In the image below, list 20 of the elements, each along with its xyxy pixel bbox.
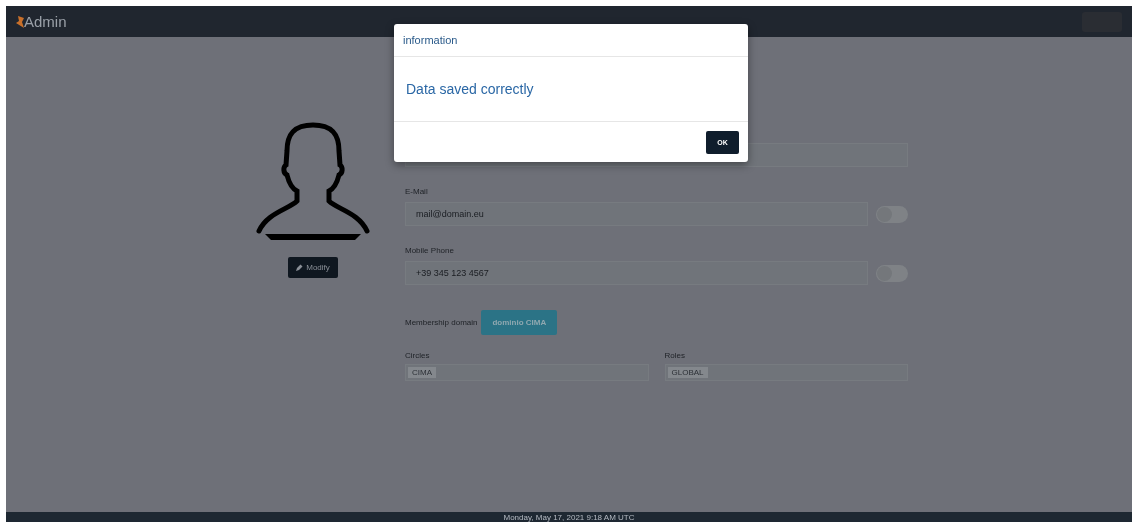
- tag-input[interactable]: GLOBAL: [664, 364, 908, 381]
- membership-label: Membership domain: [405, 318, 478, 327]
- tag: GLOBAL: [667, 367, 708, 378]
- field-label: E-Mail: [405, 187, 429, 196]
- footer-datetime: Monday, May 17, 2021 9:18 AM UTC: [6, 512, 1132, 522]
- field-label: Roles: [664, 351, 686, 360]
- field-label: Mobile Phone: [405, 246, 455, 255]
- input-field[interactable]: +39 345 123 4567: [405, 261, 868, 285]
- domain-chip: dominio CIMA: [481, 310, 558, 335]
- user-silhouette-icon: [255, 121, 371, 243]
- field-label: Circles: [405, 351, 431, 360]
- dialog-title: information: [394, 24, 748, 57]
- modify-button[interactable]: Modify: [288, 257, 338, 278]
- brand-name: Admin: [24, 13, 67, 30]
- dialog-message: Data saved correctly: [394, 57, 748, 122]
- logo-icon: [16, 15, 24, 28]
- tag: CIMA: [408, 367, 436, 378]
- tag-input[interactable]: CIMA: [405, 364, 649, 381]
- input-field[interactable]: mail@domain.eu: [405, 202, 868, 226]
- pencil-icon: [296, 264, 304, 271]
